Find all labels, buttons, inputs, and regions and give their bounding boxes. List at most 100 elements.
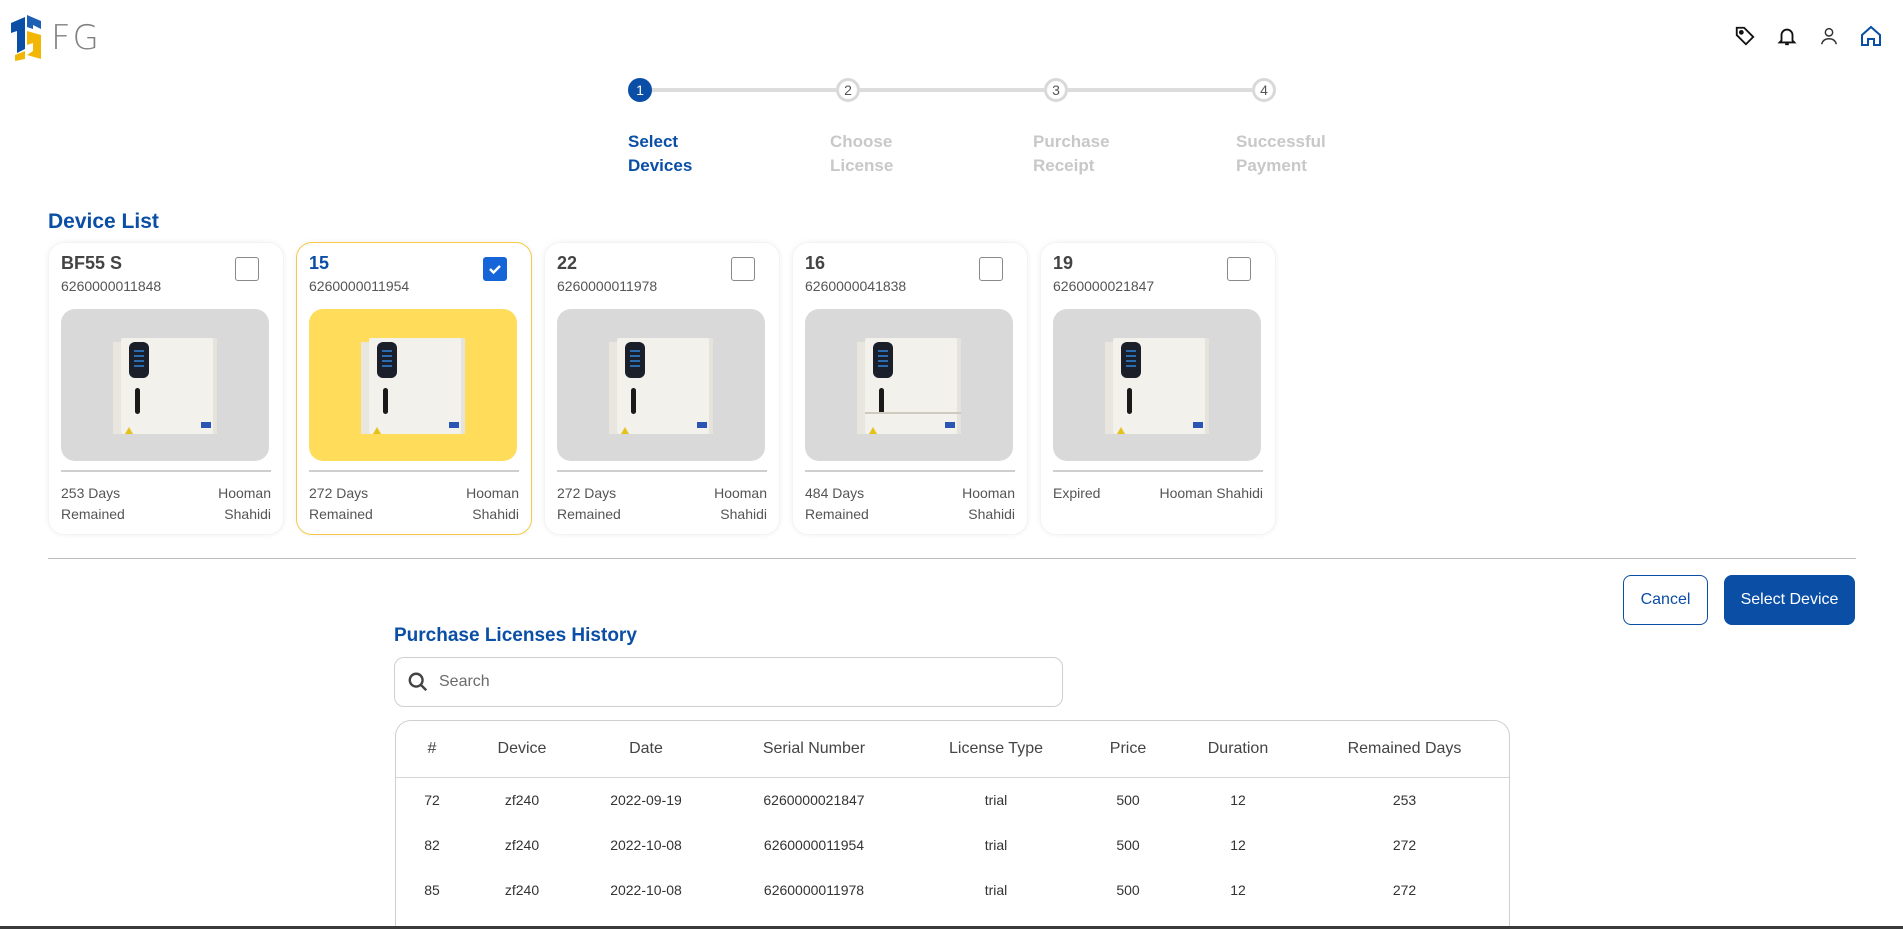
- device-owner-surname: Shahidi: [968, 506, 1015, 522]
- home-icon[interactable]: [1859, 24, 1883, 48]
- section-divider: [48, 558, 1856, 559]
- table-row[interactable]: 85 zf240 2022-10-08 6260000011978 trial …: [396, 867, 1509, 912]
- cell-device: zf240: [504, 836, 540, 853]
- column-header-device[interactable]: Device: [468, 721, 576, 778]
- oven-illustration: [113, 334, 217, 436]
- device-footer: 253 Days Remained Hooman Shahidi: [61, 483, 271, 525]
- license-status: Expired: [1053, 485, 1101, 501]
- remained-days: 253 Days: [61, 485, 121, 501]
- step-3-label-line2: Receipt: [1033, 156, 1095, 175]
- column-header-duration[interactable]: Duration: [1176, 721, 1300, 778]
- cell-date: 2022-10-08: [610, 836, 682, 853]
- purchase-stepper: 1 2 3 4 Select Devices Choose License Pu…: [628, 78, 1326, 188]
- device-card[interactable]: 22 6260000011978 272 Days Remained Hooman…: [544, 242, 780, 535]
- device-image: [61, 309, 269, 461]
- device-image: [309, 309, 517, 461]
- device-card-selected[interactable]: 15 6260000011954 272 Days Remained Hooman…: [296, 242, 532, 535]
- step-1-label-line2: Devices: [628, 156, 693, 175]
- cell-date: 2022-09-19: [610, 791, 682, 808]
- oven-illustration: [857, 334, 961, 436]
- step-3-label-line1: Purchase: [1033, 132, 1110, 151]
- cell-number: 82: [424, 836, 440, 853]
- remained-days-suffix: Remained: [557, 506, 621, 522]
- cell-device: zf240: [504, 881, 540, 898]
- device-checkbox-checked[interactable]: [483, 257, 507, 281]
- card-divider: [61, 470, 271, 472]
- device-footer: Expired Hooman Shahidi: [1053, 483, 1263, 504]
- device-checkbox[interactable]: [235, 257, 259, 281]
- cell-license-type: trial: [984, 791, 1008, 808]
- cell-date: 2022-10-08: [610, 881, 682, 898]
- device-checkbox[interactable]: [979, 257, 1003, 281]
- remained-days: 272 Days: [309, 485, 369, 501]
- device-card-list: BF55 S 6260000011848 253 Days Remained Ho…: [48, 242, 1276, 535]
- device-image: [557, 309, 765, 461]
- step-connector: [1068, 88, 1252, 92]
- oven-illustration: [609, 334, 713, 436]
- device-list-title: Device List: [48, 210, 159, 233]
- user-icon[interactable]: [1817, 24, 1841, 48]
- table-header-row: # Device Date Serial Number License Type…: [396, 721, 1509, 778]
- step-2-label: Choose License: [830, 130, 940, 178]
- device-image: [805, 309, 1013, 461]
- cell-license-type: trial: [984, 881, 1008, 898]
- cell-device: zf240: [504, 791, 540, 808]
- step-3-label: Purchase Receipt: [1033, 130, 1143, 178]
- cancel-button[interactable]: Cancel: [1623, 575, 1708, 625]
- search-box: [394, 657, 1063, 707]
- step-2-indicator[interactable]: 2: [836, 78, 860, 102]
- oven-illustration: [1105, 334, 1209, 436]
- column-header-remained-days[interactable]: Remained Days: [1300, 721, 1509, 778]
- cell-price: 500: [1116, 881, 1140, 898]
- step-1-label: Select Devices: [628, 130, 738, 178]
- device-card[interactable]: 19 6260000021847 Expired Hooman Shahidi: [1040, 242, 1276, 535]
- step-1-indicator[interactable]: 1: [628, 78, 652, 102]
- card-divider: [557, 470, 767, 472]
- card-divider: [805, 470, 1015, 472]
- step-4-label-line1: Successful: [1236, 132, 1326, 151]
- device-owner-surname: Shahidi: [720, 506, 767, 522]
- device-owner: Hooman Shahidi: [1159, 485, 1263, 501]
- cell-duration: 12: [1230, 881, 1246, 898]
- device-card[interactable]: 16 6260000041838 484 Days Remained Hooman…: [792, 242, 1028, 535]
- search-icon: [408, 672, 428, 692]
- tag-icon[interactable]: [1733, 24, 1757, 48]
- search-input[interactable]: [439, 673, 1039, 691]
- step-4-indicator[interactable]: 4: [1252, 78, 1276, 102]
- device-checkbox[interactable]: [731, 257, 755, 281]
- device-checkbox[interactable]: [1227, 257, 1251, 281]
- column-header-date[interactable]: Date: [576, 721, 716, 778]
- device-owner: Hooman: [466, 485, 519, 501]
- device-owner-surname: Shahidi: [472, 506, 519, 522]
- device-image: [1053, 309, 1261, 461]
- step-connector: [652, 88, 836, 92]
- card-divider: [1053, 470, 1263, 472]
- cell-number: 72: [424, 791, 440, 808]
- oven-illustration: [361, 334, 465, 436]
- table-row[interactable]: 72 zf240 2022-09-19 6260000021847 trial …: [396, 777, 1509, 822]
- logo-text: FG: [51, 18, 101, 58]
- step-1-label-line1: Select: [628, 132, 679, 151]
- table-row[interactable]: 82 zf240 2022-10-08 6260000011954 trial …: [396, 822, 1509, 867]
- check-icon: [489, 265, 501, 275]
- cell-price: 500: [1116, 836, 1140, 853]
- history-table: # Device Date Serial Number License Type…: [395, 720, 1510, 929]
- cell-remained-days: 272: [1392, 836, 1417, 853]
- column-header-price[interactable]: Price: [1080, 721, 1176, 778]
- column-header-number[interactable]: #: [396, 721, 468, 778]
- column-header-license-type[interactable]: License Type: [912, 721, 1080, 778]
- remained-days-suffix: Remained: [805, 506, 869, 522]
- cell-serial: 6260000011978: [763, 881, 865, 898]
- cell-serial: 6260000021847: [763, 791, 865, 808]
- column-header-serial[interactable]: Serial Number: [716, 721, 912, 778]
- device-owner: Hooman: [962, 485, 1015, 501]
- bell-icon[interactable]: [1775, 24, 1799, 48]
- step-4-label-line2: Payment: [1236, 156, 1307, 175]
- step-3-indicator[interactable]: 3: [1044, 78, 1068, 102]
- remained-days-suffix: Remained: [61, 506, 125, 522]
- device-card[interactable]: BF55 S 6260000011848 253 Days Remained Ho…: [48, 242, 284, 535]
- app-logo[interactable]: FG: [11, 12, 111, 64]
- step-2-label-line1: Choose: [830, 132, 893, 151]
- step-2-label-line2: License: [830, 156, 894, 175]
- select-device-button[interactable]: Select Device: [1724, 575, 1855, 625]
